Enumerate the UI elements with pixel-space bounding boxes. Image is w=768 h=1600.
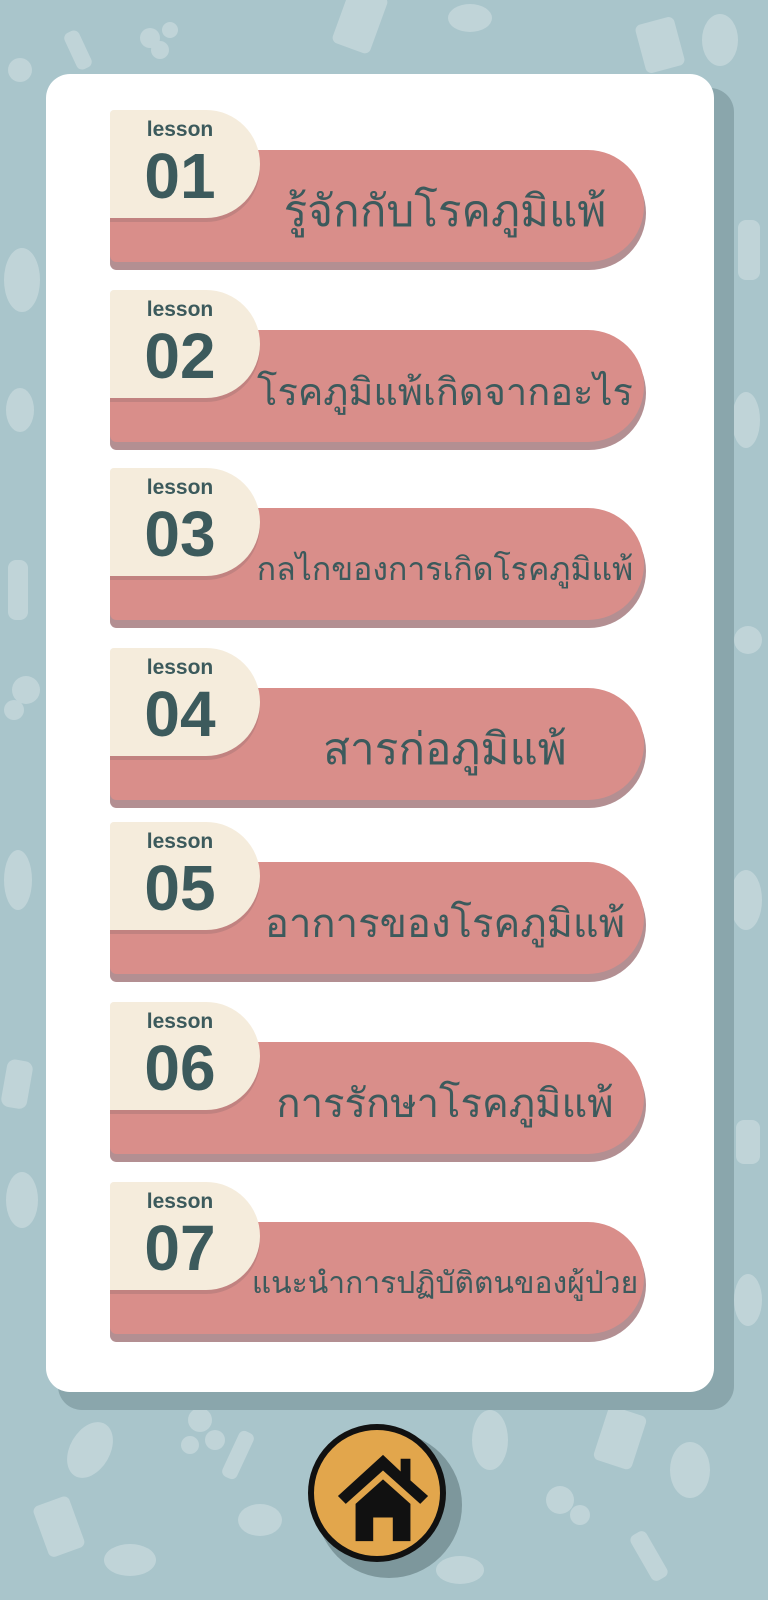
lesson-tag-label: lesson [146, 476, 214, 499]
lesson-title: กลไกของการเกิดโรคภูมิแพ้ [256, 549, 634, 588]
lesson-tag-label: lesson [146, 830, 214, 853]
lesson-number-tag: lesson 01 [110, 110, 260, 218]
lesson-number-tag: lesson 03 [110, 468, 260, 576]
lesson-item-03[interactable]: กลไกของการเกิดโรคภูมิแพ้ lesson 03 [110, 468, 646, 638]
lesson-title: อาการของโรคภูมิแพ้ [264, 901, 626, 947]
home-icon [337, 1454, 429, 1542]
lesson-number-tag: lesson 07 [110, 1182, 260, 1290]
lesson-tag-label: lesson [146, 656, 214, 679]
lesson-item-04[interactable]: สารก่อภูมิแพ้ lesson 04 [110, 648, 646, 818]
lesson-item-06[interactable]: การรักษาโรคภูมิแพ้ lesson 06 [110, 1002, 646, 1172]
lesson-number: 04 [144, 678, 216, 750]
lesson-item-07[interactable]: แนะนำการปฏิบัติตนของผู้ป่วย lesson 07 [110, 1182, 646, 1352]
lesson-menu-card: รู้จักกับโรคภูมิแพ้ lesson 01 โรคภูมิแพ้เกิ… [46, 74, 714, 1392]
home-button[interactable] [308, 1424, 462, 1578]
lesson-number-tag: lesson 02 [110, 290, 260, 398]
lesson-tag-label: lesson [146, 1190, 214, 1213]
lesson-number-tag: lesson 06 [110, 1002, 260, 1110]
lesson-number: 03 [144, 498, 216, 570]
lesson-title: โรคภูมิแพ้เกิดจากอะไร [257, 369, 633, 414]
lesson-tag-label: lesson [146, 118, 214, 141]
lesson-number: 02 [144, 320, 216, 392]
lesson-number-tag: lesson 04 [110, 648, 260, 756]
lesson-title: การรักษาโรคภูมิแพ้ [276, 1081, 614, 1127]
lesson-number: 01 [144, 140, 216, 212]
lesson-item-05[interactable]: อาการของโรคภูมิแพ้ lesson 05 [110, 822, 646, 992]
lesson-number: 06 [144, 1032, 216, 1104]
lesson-tag-label: lesson [146, 298, 214, 321]
lesson-title: สารก่อภูมิแพ้ [323, 724, 567, 775]
lesson-title: รู้จักกับโรคภูมิแพ้ [283, 186, 607, 237]
home-button-circle [308, 1424, 446, 1562]
lesson-item-02[interactable]: โรคภูมิแพ้เกิดจากอะไร lesson 02 [110, 290, 646, 460]
lesson-number: 07 [144, 1212, 216, 1284]
lesson-item-01[interactable]: รู้จักกับโรคภูมิแพ้ lesson 01 [110, 110, 646, 280]
lesson-title: แนะนำการปฏิบัติตนของผู้ป่วย [251, 1265, 639, 1301]
lesson-tag-label: lesson [146, 1010, 214, 1033]
lesson-number: 05 [144, 852, 216, 924]
lesson-number-tag: lesson 05 [110, 822, 260, 930]
